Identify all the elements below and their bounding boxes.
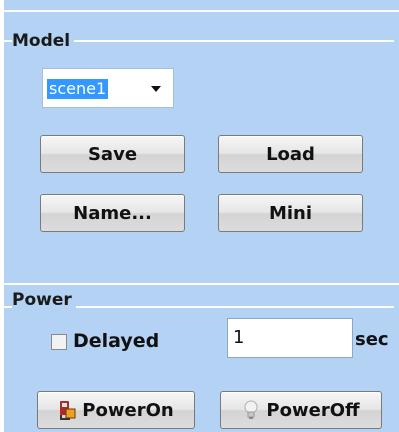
delayed-checkbox[interactable]	[51, 334, 67, 350]
settings-panel: Model scene1 Save Load Name... Mini Powe…	[4, 0, 399, 432]
scene-select-value: scene1	[47, 79, 109, 99]
power-off-button[interactable]: PowerOff	[220, 391, 382, 429]
scene-select[interactable]: scene1	[42, 68, 174, 108]
power-group-separator	[4, 283, 399, 285]
load-button[interactable]: Load	[218, 135, 363, 173]
power-off-label: PowerOff	[266, 399, 360, 421]
sec-unit-label: sec	[355, 329, 389, 350]
model-group-title: Model	[12, 31, 75, 51]
power-group-title: Power	[12, 290, 76, 310]
delayed-label: Delayed	[73, 330, 160, 352]
power-on-button[interactable]: PowerOn	[37, 391, 195, 429]
top-divider	[4, 10, 399, 12]
power-on-label: PowerOn	[82, 399, 174, 421]
mini-button[interactable]: Mini	[218, 194, 363, 232]
save-button[interactable]: Save	[40, 135, 185, 173]
power-plug-icon	[60, 401, 76, 420]
name-button[interactable]: Name...	[40, 194, 185, 232]
delay-input[interactable]: 1	[227, 318, 353, 358]
light-bulb-icon	[244, 400, 258, 419]
chevron-down-icon[interactable]	[151, 86, 161, 92]
